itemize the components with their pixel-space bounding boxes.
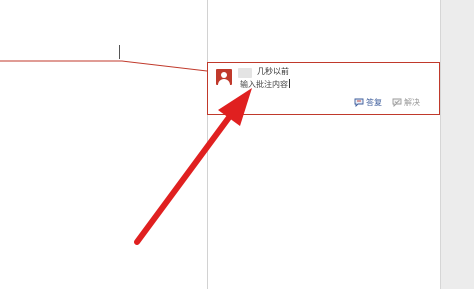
comment-actions: 答复 解决 [354, 97, 420, 108]
comment-balloon[interactable]: 几秒以前 输入批注内容 答复 解决 [207, 62, 440, 115]
page-edge [440, 0, 441, 289]
window-gutter [440, 0, 474, 289]
reply-button[interactable]: 答复 [354, 97, 382, 108]
resolve-bubble-icon [392, 98, 402, 107]
user-avatar-icon [216, 69, 232, 85]
comment-text-input[interactable]: 输入批注内容 [240, 79, 290, 90]
text-insertion-cursor [119, 45, 120, 59]
resolve-button[interactable]: 解决 [392, 97, 420, 108]
markup-area-divider [207, 0, 208, 289]
comment-text: 输入批注内容 [240, 80, 288, 89]
comment-author-name-redacted [238, 68, 252, 78]
resolve-label: 解决 [404, 98, 420, 107]
comment-caret [289, 79, 290, 88]
document-page[interactable] [0, 0, 440, 289]
reply-label: 答复 [366, 98, 382, 107]
word-document-view: 几秒以前 输入批注内容 答复 解决 [0, 0, 474, 289]
reply-bubble-icon [354, 98, 364, 107]
comment-timestamp: 几秒以前 [257, 67, 289, 76]
